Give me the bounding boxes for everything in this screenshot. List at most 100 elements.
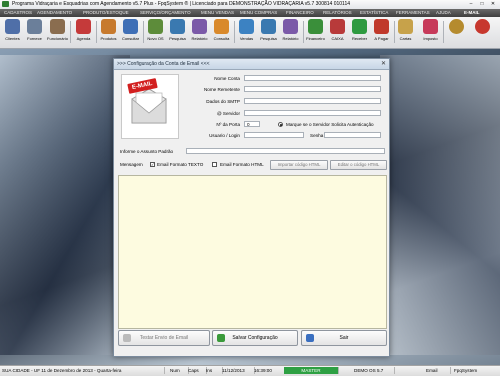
porta-input[interactable]: 0 — [244, 121, 260, 127]
toolbar-vendas-button[interactable]: Vendas — [236, 19, 257, 46]
toolbar-novo-os-button[interactable]: Novo OS — [145, 19, 166, 46]
porta-label: Nº da Porta — [216, 122, 240, 127]
toolbar-financeiro-button[interactable]: Financeiro — [305, 19, 326, 46]
email-config-dialog: >>> Configuração da Conta de Email <<< ✕… — [113, 58, 390, 357]
minimize-button[interactable]: – — [466, 1, 476, 8]
toolbar-agenda-button[interactable]: Agenda — [73, 19, 94, 46]
formato-html-checkbox[interactable] — [212, 162, 217, 167]
dados-smtp-input[interactable] — [244, 98, 381, 104]
main-menu: CADASTROS AGENDAMENTO PRODUTO/ESTOQUE SE… — [0, 9, 500, 17]
products-icon — [101, 19, 116, 34]
toolbar-fornecedores-button[interactable]: Fornece — [24, 19, 45, 46]
sair-button[interactable]: Sair — [301, 330, 387, 346]
letters-icon — [398, 19, 413, 34]
receive-money-icon — [352, 19, 367, 34]
formato-texto-checkbox[interactable]: ✓ — [150, 162, 155, 167]
menu-ferramentas[interactable]: FERRAMENTAS — [396, 10, 430, 15]
menu-servico-orcamento[interactable]: SERVIÇO/ORÇAMENTO — [140, 10, 191, 15]
message-editor[interactable] — [118, 175, 387, 329]
toolbar-cartas-button[interactable]: Cartas — [395, 19, 416, 46]
toolbar-caixa-button[interactable]: CAIXA — [327, 19, 348, 46]
toolbar-separator — [303, 21, 304, 43]
importar-html-button[interactable]: Importar código HTML — [270, 160, 328, 170]
status-master-badge: MASTER — [284, 367, 339, 374]
close-window-button[interactable]: ✕ — [488, 1, 498, 8]
toolbar-clientes-button[interactable]: Clientes — [2, 19, 23, 46]
toolbar-exit-button[interactable] — [472, 19, 493, 46]
toolbar-consulta-button[interactable]: Consulta — [211, 19, 232, 46]
toolbar-consultar-button[interactable]: Consultar — [120, 19, 141, 46]
servidor-label: @ Servidor — [216, 111, 240, 116]
menu-compras[interactable]: MENU COMPRAS — [240, 10, 277, 15]
toolbar-separator — [96, 21, 97, 43]
assunto-label: Informe o Assunto Padrão — [120, 149, 174, 154]
menu-cadastros[interactable]: CADASTROS — [4, 10, 32, 15]
finance-icon — [308, 19, 323, 34]
toolbar-relatorio-vendas-button[interactable]: Relatório — [280, 19, 301, 46]
report-icon — [192, 19, 207, 34]
toolbar-pesquisa-os-button[interactable]: Pesquisa — [167, 19, 188, 46]
search-icon — [170, 19, 185, 34]
email-logo: E-MAIL — [121, 74, 179, 139]
editar-html-button[interactable]: Editar o código HTML — [330, 160, 387, 170]
testar-envio-button[interactable]: Testar Envio de Email — [118, 330, 210, 346]
toolbar-funcionarios-button[interactable]: Funcionário — [47, 19, 68, 46]
auth-label: Marque se o Servidor Solicita Autenticaç… — [286, 122, 374, 127]
menu-email[interactable]: E-MAIL — [464, 10, 480, 15]
toolbar-pesquisa-vendas-button[interactable]: Pesquisa — [258, 19, 279, 46]
toolbar-separator — [70, 21, 71, 43]
menu-produto-estoque[interactable]: PRODUTO/ESTOQUE — [83, 10, 129, 15]
toolbar-relatorio-os-button[interactable]: Relatório — [189, 19, 210, 46]
new-os-icon — [148, 19, 163, 34]
toolbar-settings-button[interactable] — [446, 19, 467, 46]
report-icon — [283, 19, 298, 34]
search-icon — [261, 19, 276, 34]
status-demo: DEMO OS 5.7 — [352, 367, 395, 374]
nome-conta-input[interactable] — [244, 75, 381, 81]
usuario-input[interactable] — [244, 132, 304, 138]
dados-smtp-label: Dados do SMTP — [206, 99, 240, 104]
menu-agendamento[interactable]: AGENDAMENTO — [37, 10, 72, 15]
exit-icon — [475, 19, 490, 34]
nome-conta-label: Nome Conta — [214, 76, 240, 81]
auth-radio[interactable] — [278, 122, 283, 127]
usuario-label: Usuario / Login — [209, 133, 240, 138]
dialog-titlebar: >>> Configuração da Conta de Email <<< ✕ — [114, 59, 389, 70]
calendar-icon — [76, 19, 91, 34]
window-title: Programa Vidraçaria e Esquadrias com Age… — [12, 1, 351, 7]
toolbar-separator — [234, 21, 235, 43]
menu-ajuda[interactable]: AJUDA — [436, 10, 451, 15]
servidor-input[interactable] — [244, 110, 381, 116]
dialog-title: >>> Configuração da Conta de Email <<< — [117, 61, 210, 67]
nome-remetente-input[interactable] — [244, 86, 381, 92]
cash-register-icon — [330, 19, 345, 34]
save-check-icon — [217, 334, 225, 342]
gear-icon — [449, 19, 464, 34]
menu-relatorios[interactable]: RELATÓRIOS — [323, 10, 352, 15]
people-icon — [5, 19, 20, 34]
menu-vendas[interactable]: MENU VENDAS — [201, 10, 234, 15]
menu-estatistica[interactable]: ESTATÍSTICA — [360, 10, 388, 15]
status-city-date: SUA CIDADE - UF 11 de Dezembro de 2013 -… — [0, 367, 165, 374]
toolbar-imposto-button[interactable]: Imposto — [420, 19, 441, 46]
status-bar: SUA CIDADE - UF 11 de Dezembro de 2013 -… — [0, 365, 500, 376]
maximize-button[interactable]: □ — [477, 1, 487, 8]
sales-icon — [239, 19, 254, 34]
main-toolbar: Clientes Fornece Funcionário Agenda Prod… — [0, 17, 500, 49]
supplier-icon — [27, 19, 42, 34]
assunto-input[interactable] — [186, 148, 385, 154]
toolbar-a-pagar-button[interactable]: A Pagar — [371, 19, 392, 46]
toolbar-receber-button[interactable]: Receber — [349, 19, 370, 46]
senha-input[interactable] — [324, 132, 381, 138]
nome-remetente-label: Nome Remetente — [203, 87, 240, 92]
mensagem-label: Mensagem — [120, 162, 143, 167]
dialog-close-icon[interactable]: ✕ — [381, 60, 386, 67]
test-email-icon — [123, 334, 131, 342]
toolbar-separator — [143, 21, 144, 43]
senha-label: Senha — [310, 133, 324, 138]
formato-html-label: Email Formato HTML — [220, 162, 264, 167]
toolbar-produtos-button[interactable]: Produtos — [98, 19, 119, 46]
menu-financeiro[interactable]: FINANCEIRO — [286, 10, 314, 15]
status-time: 16:39:00 — [252, 367, 285, 374]
salvar-configuracao-button[interactable]: Salvar Configuração — [212, 330, 298, 346]
